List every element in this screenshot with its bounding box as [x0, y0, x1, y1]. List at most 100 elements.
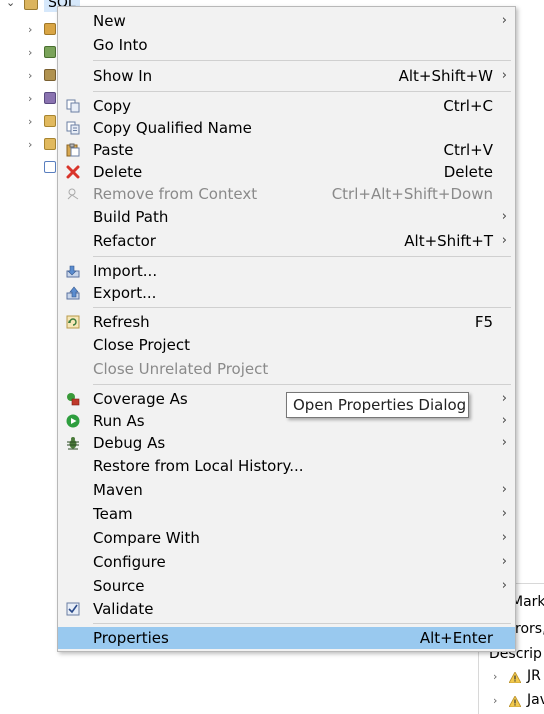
jar-library-icon	[44, 92, 56, 104]
menu-item-copy-qualified-name[interactable]: Copy Qualified Name	[58, 117, 515, 139]
expand-arrow-icon[interactable]: ›	[28, 23, 32, 36]
menu-item-label: Run As	[93, 412, 145, 430]
menu-separator	[93, 60, 511, 61]
menu-item-paste[interactable]: Paste Ctrl+V	[58, 139, 515, 161]
menu-item-source[interactable]: Source ›	[58, 575, 515, 597]
menu-item-compare-with[interactable]: Compare With ›	[58, 527, 515, 549]
project-explorer-tree: ⌄ SQL › › › › › ›	[0, 0, 80, 714]
menu-item-label: Coverage As	[93, 390, 188, 408]
menu-item-label: Refresh	[93, 313, 150, 331]
expand-arrow-icon[interactable]: ›	[28, 46, 32, 59]
folder-icon	[44, 138, 56, 150]
submenu-arrow-icon: ›	[501, 578, 507, 593]
menu-item-label: Export...	[93, 284, 157, 302]
menu-separator	[93, 256, 511, 257]
menu-item-label: Validate	[93, 600, 154, 618]
menu-item-label: Go Into	[93, 36, 148, 54]
warning-icon	[509, 696, 521, 707]
summary-text: rors,	[515, 621, 544, 637]
menu-item-restore-local-history[interactable]: Restore from Local History...	[58, 455, 515, 477]
submenu-arrow-icon: ›	[501, 68, 507, 83]
tree-row[interactable]: ›	[0, 135, 60, 155]
delete-icon	[66, 165, 80, 179]
tree-row[interactable]: ›	[0, 20, 60, 40]
menu-item-label: Paste	[93, 141, 134, 159]
menu-item-label: Show In	[93, 67, 153, 85]
menu-item-go-into[interactable]: Go Into	[58, 34, 515, 56]
menu-item-shortcut: Ctrl+Alt+Shift+Down	[331, 185, 493, 203]
menu-item-team[interactable]: Team ›	[58, 503, 515, 525]
menu-item-delete[interactable]: Delete Delete	[58, 161, 515, 183]
menu-item-show-in[interactable]: Show In Alt+Shift+W ›	[58, 65, 515, 87]
tree-row[interactable]: ›	[0, 66, 60, 86]
menu-separator	[93, 384, 511, 385]
context-menu: New › Go Into Show In Alt+Shift+W › Copy…	[57, 6, 516, 652]
expand-arrow-icon[interactable]: ›	[28, 138, 32, 151]
submenu-arrow-icon: ›	[501, 435, 507, 450]
submenu-arrow-icon: ›	[501, 209, 507, 224]
menu-separator	[93, 307, 511, 308]
menu-item-label: Import...	[93, 262, 158, 280]
expand-arrow-icon[interactable]: ›	[493, 670, 497, 683]
menu-item-refactor[interactable]: Refactor Alt+Shift+T ›	[58, 230, 515, 252]
menu-item-refresh[interactable]: Refresh F5	[58, 311, 515, 333]
coverage-icon	[67, 393, 80, 406]
menu-item-import[interactable]: Import...	[58, 260, 515, 282]
menu-item-maven[interactable]: Maven ›	[58, 479, 515, 501]
export-icon	[66, 286, 80, 300]
menu-item-label: Refactor	[93, 232, 156, 250]
import-icon	[66, 265, 80, 278]
remove-from-context-icon	[67, 188, 79, 200]
problem-item-label[interactable]: Jav	[527, 692, 544, 708]
menu-item-close-project[interactable]: Close Project	[58, 334, 515, 356]
menu-item-build-path[interactable]: Build Path ›	[58, 206, 515, 228]
expand-arrow-icon[interactable]: ›	[28, 115, 32, 128]
debug-bug-icon	[67, 437, 79, 450]
expand-toggle-icon[interactable]: ⌄	[6, 0, 15, 9]
menu-item-properties[interactable]: Properties Alt+Enter	[58, 627, 515, 649]
menu-item-label: New	[93, 12, 126, 30]
menu-item-shortcut: Ctrl+C	[443, 97, 493, 115]
submenu-arrow-icon: ›	[501, 13, 507, 28]
menu-item-label: Restore from Local History...	[93, 457, 304, 475]
menu-item-validate[interactable]: Validate	[58, 598, 515, 620]
menu-separator	[93, 623, 511, 624]
expand-arrow-icon[interactable]: ›	[28, 69, 32, 82]
menu-item-label: Compare With	[93, 529, 200, 547]
copy-icon	[66, 99, 80, 113]
menu-separator	[93, 91, 511, 92]
menu-item-new[interactable]: New ›	[58, 10, 515, 32]
problem-item-label[interactable]: JR	[527, 668, 541, 684]
menu-item-label: Copy	[93, 97, 132, 115]
submenu-arrow-icon: ›	[501, 482, 507, 497]
submenu-arrow-icon: ›	[501, 554, 507, 569]
menu-item-shortcut: Alt+Shift+W	[398, 67, 493, 85]
expand-arrow-icon[interactable]: ›	[493, 694, 497, 707]
menu-item-label: Debug As	[93, 434, 166, 452]
menu-item-label: Maven	[93, 481, 143, 499]
menu-item-label: Build Path	[93, 208, 169, 226]
validate-checkbox-icon	[66, 602, 80, 616]
menu-item-shortcut: Delete	[443, 163, 493, 181]
menu-item-export[interactable]: Export...	[58, 282, 515, 304]
menu-item-label: Remove from Context	[93, 185, 258, 203]
maven-pom-icon	[44, 161, 56, 173]
warning-icon	[509, 672, 521, 683]
tree-row[interactable]	[0, 158, 60, 178]
tree-row[interactable]: ›	[0, 43, 60, 63]
menu-item-copy[interactable]: Copy Ctrl+C	[58, 95, 515, 117]
menu-item-label: Delete	[93, 163, 143, 181]
tree-row[interactable]: ›	[0, 89, 60, 109]
menu-item-shortcut: Alt+Enter	[419, 629, 493, 647]
run-icon	[66, 414, 80, 428]
menu-item-debug-as[interactable]: Debug As ›	[58, 432, 515, 454]
expand-arrow-icon[interactable]: ›	[28, 92, 32, 105]
tree-row[interactable]: ›	[0, 112, 60, 132]
menu-item-configure[interactable]: Configure ›	[58, 551, 515, 573]
menu-item-shortcut: F5	[474, 313, 493, 331]
menu-item-label: Close Unrelated Project	[93, 360, 269, 378]
submenu-arrow-icon: ›	[501, 391, 507, 406]
menu-item-shortcut: Ctrl+V	[443, 141, 493, 159]
jar-library-icon	[44, 69, 56, 81]
package-folder-icon	[44, 23, 56, 35]
